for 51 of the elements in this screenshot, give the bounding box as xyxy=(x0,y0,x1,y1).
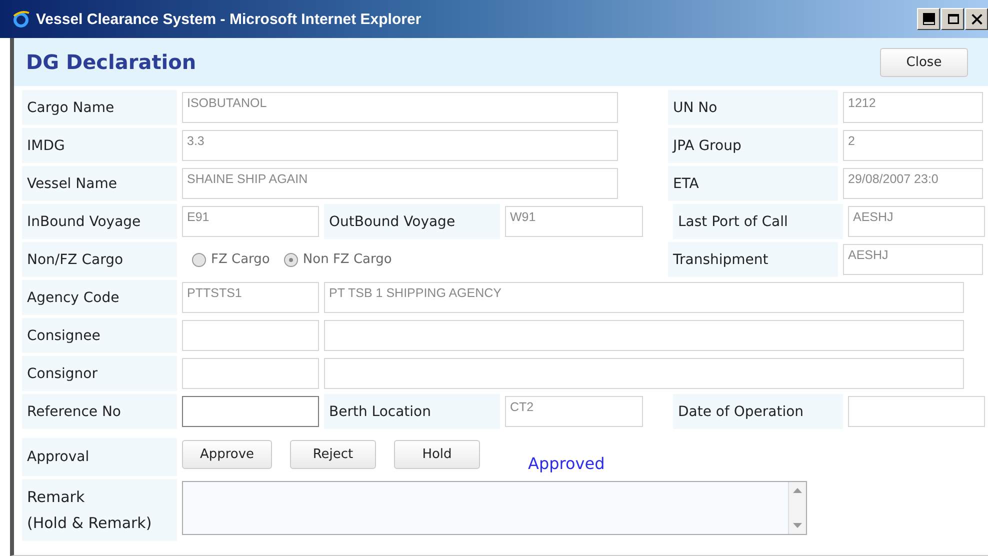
field-label: Date of Operation xyxy=(673,394,843,429)
input-field[interactable] xyxy=(182,396,319,427)
field-label: Reference No xyxy=(22,394,177,429)
input-field[interactable]: 29/08/2007 23:0 xyxy=(843,168,983,199)
field-label: InBound Voyage xyxy=(22,204,177,239)
action-button[interactable]: Approve xyxy=(182,440,272,469)
input-field[interactable]: PT TSB 1 SHIPPING AGENCY xyxy=(324,282,964,313)
field-label: (Hold & Remark) xyxy=(27,513,153,534)
action-button[interactable]: Reject xyxy=(290,440,376,469)
field-label: Remark xyxy=(27,487,86,508)
browser-logo-icon xyxy=(12,10,30,28)
approval-status: Approved xyxy=(528,454,605,473)
input-field[interactable]: 1212 xyxy=(843,92,983,123)
input-field[interactable]: 3.3 xyxy=(182,130,618,161)
field-label: Transhipment xyxy=(668,242,838,277)
field-label: Consignee xyxy=(22,318,177,353)
remark-textarea[interactable] xyxy=(182,481,807,535)
field-label: IMDG xyxy=(22,128,177,163)
action-button[interactable]: Hold xyxy=(394,440,480,469)
page-title: DG Declaration xyxy=(26,50,196,74)
radio-option[interactable]: FZ Cargo xyxy=(192,252,270,267)
field-label: Approval xyxy=(22,438,177,476)
field-label: Berth Location xyxy=(324,394,500,429)
field-label: Cargo Name xyxy=(22,90,177,125)
close-button[interactable] xyxy=(965,8,988,30)
field-label: Agency Code xyxy=(22,280,177,315)
field-label: Consignor xyxy=(22,356,177,391)
radio-button[interactable] xyxy=(192,252,206,266)
minimize-button[interactable] xyxy=(917,8,940,30)
input-field[interactable]: ISOBUTANOL xyxy=(182,92,618,123)
maximize-button[interactable] xyxy=(941,8,964,30)
input-field[interactable]: SHAINE SHIP AGAIN xyxy=(182,168,618,199)
field-label: Last Port of Call xyxy=(673,204,843,239)
field-label: UN No xyxy=(668,90,838,125)
window-title: Vessel Clearance System - Microsoft Internet Explorer xyxy=(36,10,422,28)
input-field[interactable]: AESHJ xyxy=(843,244,983,275)
scrollbar[interactable] xyxy=(788,482,806,534)
input-field[interactable]: PTTSTS1 xyxy=(182,282,319,313)
field-label: Vessel Name xyxy=(22,166,177,201)
field-label: ETA xyxy=(668,166,838,201)
input-field[interactable]: CT2 xyxy=(505,396,643,427)
field-label: Non/FZ Cargo xyxy=(22,242,177,277)
input-field[interactable]: E91 xyxy=(182,206,319,237)
field-label: JPA Group xyxy=(668,128,838,163)
input-field[interactable]: W91 xyxy=(505,206,643,237)
input-field[interactable]: AESHJ xyxy=(848,206,985,237)
radio-button[interactable] xyxy=(284,252,298,266)
field-label: OutBound Voyage xyxy=(324,204,500,239)
input-field[interactable]: 2 xyxy=(843,130,983,161)
close-button[interactable]: Close xyxy=(880,48,968,76)
radio-option[interactable]: Non FZ Cargo xyxy=(284,252,392,267)
